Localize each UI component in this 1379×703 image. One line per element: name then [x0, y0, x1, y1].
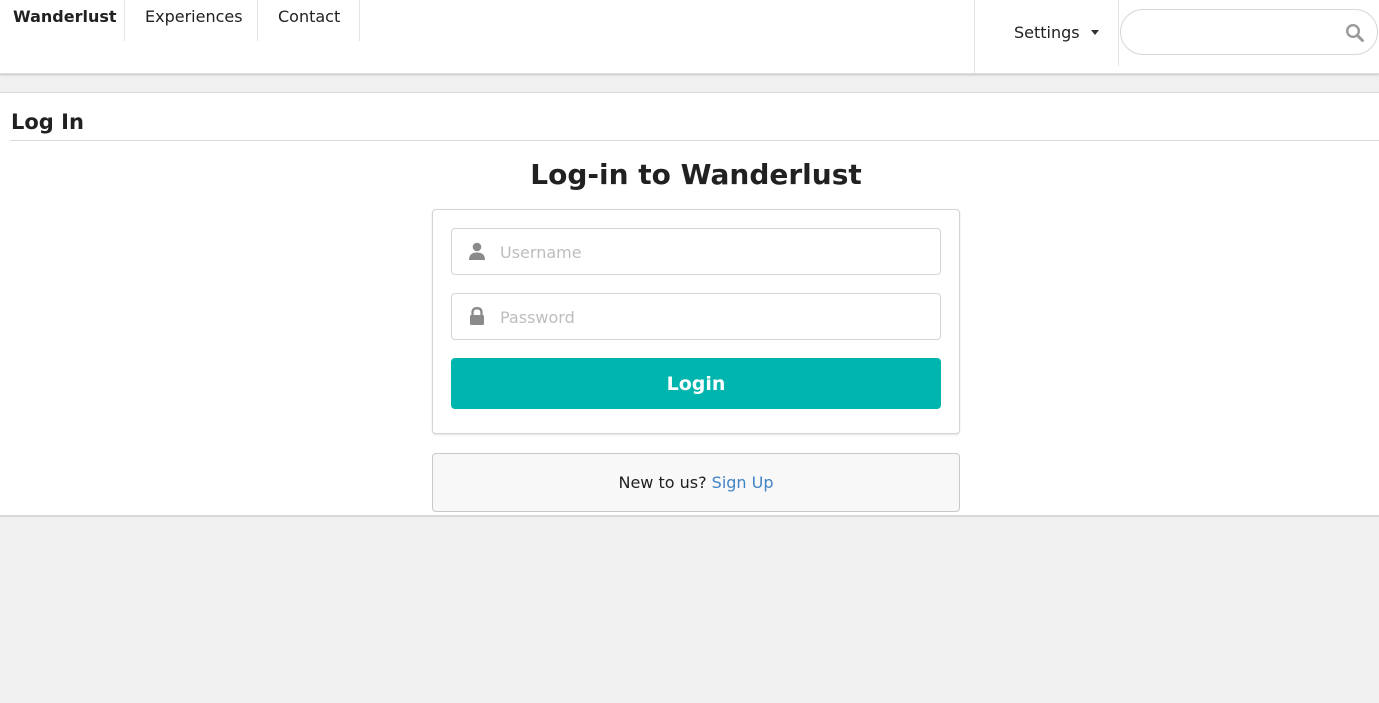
login-heading: Log-in to Wanderlust: [530, 158, 862, 191]
title-divider: [10, 140, 1379, 141]
page-title: Log In: [11, 110, 84, 134]
password-field[interactable]: [451, 293, 941, 340]
lock-icon: [470, 307, 484, 325]
signup-message: New to us? Sign Up: [432, 453, 960, 512]
signup-link[interactable]: Sign Up: [712, 473, 774, 492]
login-form-card: Login: [432, 209, 960, 434]
search-box[interactable]: [1120, 9, 1378, 55]
brand-link[interactable]: Wanderlust: [0, 0, 125, 41]
search-icon[interactable]: [1345, 23, 1365, 43]
top-navbar: Wanderlust Experiences Contact Settings: [0, 0, 1379, 74]
username-field[interactable]: [451, 228, 941, 275]
settings-label: Settings: [1014, 23, 1080, 42]
caret-down-icon: [1091, 30, 1099, 35]
password-input[interactable]: [498, 302, 922, 332]
search-input[interactable]: [1135, 18, 1339, 48]
user-icon: [469, 242, 485, 260]
username-input[interactable]: [498, 237, 922, 267]
main-content: Log In Log-in to Wanderlust Login New to…: [0, 92, 1379, 517]
settings-dropdown[interactable]: Settings: [975, 0, 1119, 66]
nav-item-experiences[interactable]: Experiences: [125, 0, 258, 41]
nav-item-contact[interactable]: Contact: [258, 0, 360, 41]
signup-prompt: New to us?: [618, 473, 707, 492]
login-button[interactable]: Login: [451, 358, 941, 409]
